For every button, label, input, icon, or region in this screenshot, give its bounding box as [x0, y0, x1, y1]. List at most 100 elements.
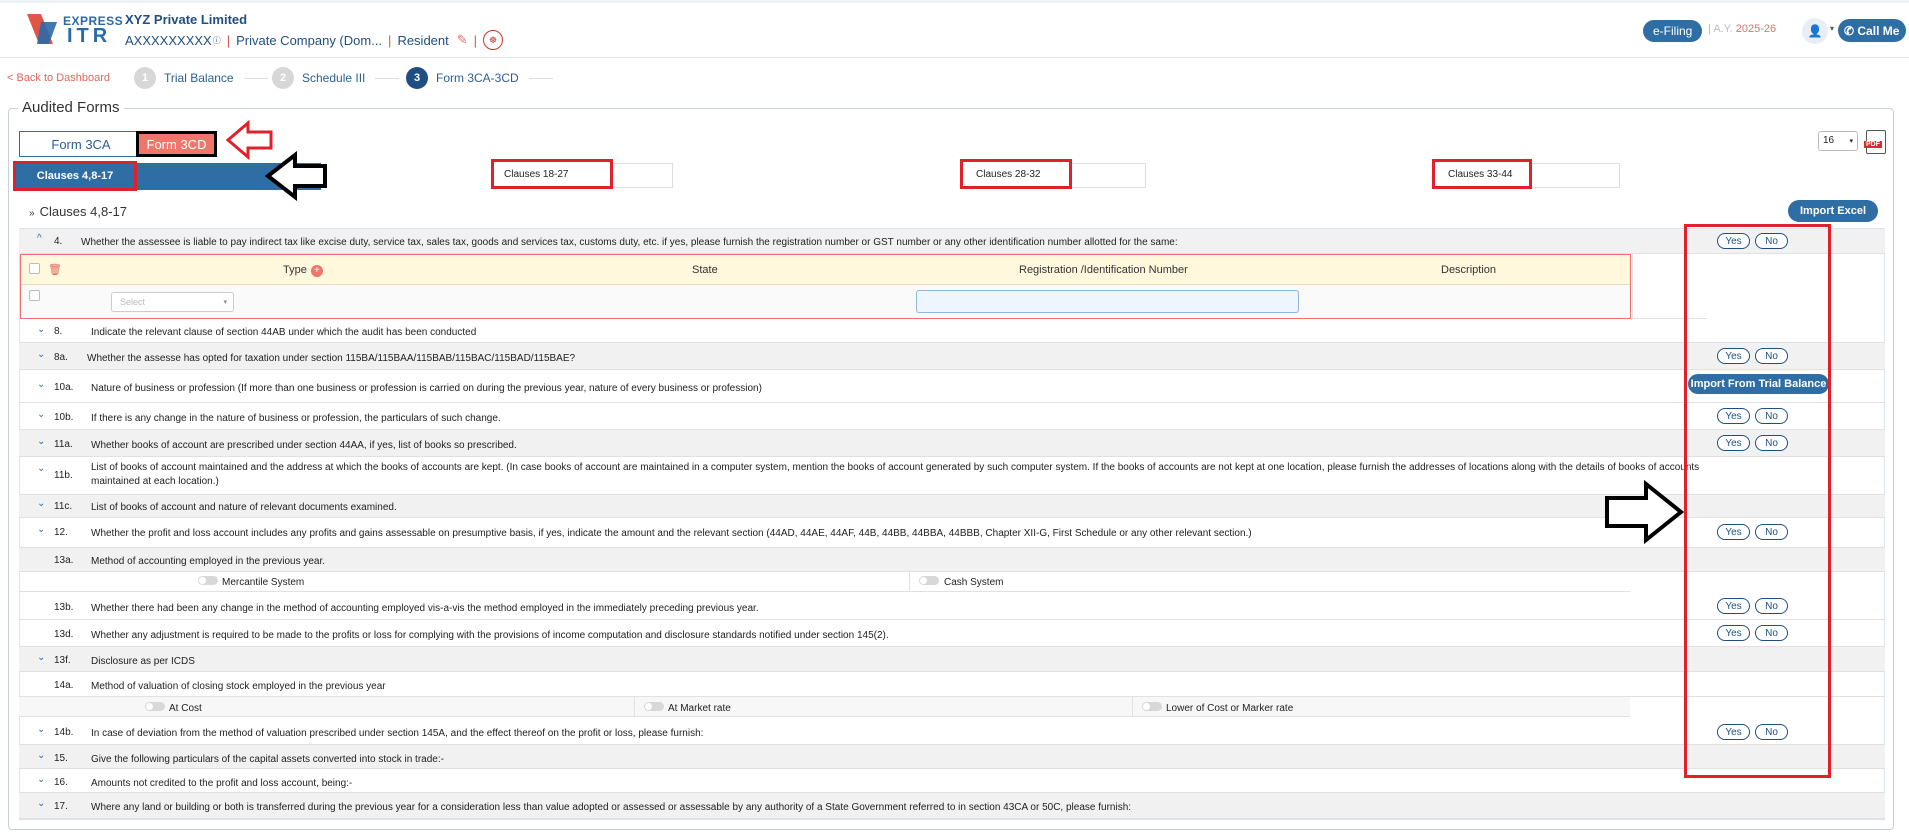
add-row-icon[interactable]: + [310, 265, 323, 277]
chevron-down-icon[interactable]: ⌄ [37, 750, 45, 761]
chevron-down-icon[interactable]: ⌄ [37, 652, 45, 663]
clause-number: 13b. [54, 602, 74, 613]
clause-row-13a: 13a. Method of accounting employed in th… [19, 548, 1885, 572]
clause-row-8a: ⌄ 8a. Whether the assesse has opted for … [19, 343, 1885, 370]
tab-clauses-18-27[interactable]: Clauses 18-27 [491, 159, 613, 189]
chevron-down-icon[interactable]: ▾ [1830, 24, 1834, 33]
chevron-down-icon[interactable]: ⌄ [37, 498, 45, 509]
chevron-up-icon[interactable]: ^ [37, 233, 42, 244]
chevron-down-icon[interactable]: ⌄ [37, 774, 45, 785]
option-label: Cash System [944, 577, 1004, 588]
clause-number: 10b. [54, 412, 74, 423]
clause-row-13d: 13d. Whether any adjustment is required … [19, 620, 1885, 647]
tab-clauses-33-44[interactable]: Clauses 33-44 [1432, 159, 1532, 189]
clause-row-13b: 13b. Whether there had been any change i… [19, 593, 1885, 620]
page-size-select[interactable]: 16 ▾ [1818, 131, 1858, 151]
step-form-3ca-3cd[interactable]: 3 Form 3CA-3CD [406, 67, 553, 89]
chevron-down-icon[interactable]: ⌄ [37, 463, 45, 474]
back-to-dashboard-link[interactable]: < Back to Dashboard [7, 72, 110, 84]
clause-text: Disclosure as per ICDS [91, 656, 195, 667]
chevron-down-icon[interactable]: ⌄ [37, 379, 45, 390]
clause-row-8: ⌄ 8. Indicate the relevant clause of sec… [19, 319, 1885, 343]
chevron-down-icon[interactable]: ⌄ [37, 436, 45, 447]
tab-tail [1072, 163, 1146, 188]
toggle-at-cost[interactable] [145, 702, 165, 711]
clause-text: Nature of business or profession (If mor… [91, 383, 762, 394]
tab-clauses-28-32[interactable]: Clauses 28-32 [960, 159, 1072, 189]
select-all-checkbox[interactable] [29, 263, 40, 274]
option-label: At Market rate [668, 703, 731, 714]
col-type: Type + [283, 264, 323, 277]
toggle-cash[interactable] [919, 576, 939, 585]
chevron-down-icon[interactable]: ⌄ [37, 324, 45, 335]
call-me-button[interactable]: ✆ Call Me [1838, 19, 1906, 42]
column-divider [1132, 697, 1133, 717]
tab-tail [613, 163, 673, 188]
clause-row-13f: ⌄ 13f. Disclosure as per ICDS [19, 647, 1885, 672]
step-connector [243, 77, 268, 79]
audited-forms-title: Audited Forms [18, 99, 124, 116]
logo-itr-text: ITR [67, 25, 112, 47]
clause-text: Where any land or building or both is tr… [91, 802, 1132, 813]
step-label: Trial Balance [164, 71, 234, 85]
section-title[interactable]: » Clauses 4,8-17 [29, 204, 127, 219]
express-itr-logo-icon [27, 14, 57, 44]
registration-number-input[interactable] [916, 290, 1299, 313]
clause-number: 13f. [54, 655, 71, 666]
user-icon[interactable]: 👤 [1802, 18, 1828, 44]
arrow-right-icon [1605, 480, 1684, 544]
chevron-down-icon[interactable]: ⌄ [37, 724, 45, 735]
toggle-mercantile[interactable] [198, 576, 218, 585]
call-me-label: Call Me [1857, 23, 1900, 38]
clause-text: In case of deviation from the method of … [91, 728, 704, 739]
clause-text: Whether the assessee is liable to pay in… [81, 237, 1178, 248]
tab-clauses-4-17[interactable]: Clauses 4,8-17 [13, 161, 137, 191]
clause-text: List of books of account and nature of r… [91, 502, 397, 513]
clause-number: 8. [54, 326, 63, 337]
efiling-button[interactable]: e-Filing [1643, 20, 1703, 42]
clause-number: 8a. [54, 352, 68, 363]
ay-value: 2025-26 [1735, 23, 1777, 35]
chevron-down-icon[interactable]: ⌄ [37, 409, 45, 420]
info-icon[interactable]: ⓘ [213, 35, 221, 46]
clause-number: 4. [54, 236, 63, 247]
meta-separator: | [388, 32, 392, 48]
clause-text: If there is any change in the nature of … [91, 413, 501, 424]
meta-separator: | [473, 32, 478, 48]
type-select[interactable]: Select ▾ [111, 292, 234, 312]
clause-text: Indicate the relevant clause of section … [91, 327, 477, 338]
toggle-market-rate[interactable] [644, 702, 664, 711]
pdf-icon[interactable]: PDF [1864, 130, 1886, 154]
company-meta: AXXXXXXXXX ⓘ | Private Company (Dom... |… [125, 30, 504, 50]
phone-icon: ✆ [1844, 23, 1858, 38]
import-excel-button[interactable]: Import Excel [1788, 200, 1878, 222]
step-connector [528, 77, 553, 79]
clause-number: 15. [54, 753, 68, 764]
tab-form-3cd[interactable]: Form 3CD [136, 131, 217, 157]
clause-text: Whether the assesse has opted for taxati… [87, 353, 576, 364]
chevron-down-icon[interactable]: ⌄ [37, 349, 45, 360]
clause-number: 13d. [54, 629, 74, 640]
option-label: Mercantile System [222, 577, 305, 588]
gst-table-row: Select ▾ [21, 285, 1630, 318]
step-label: Schedule III [302, 71, 366, 85]
trash-icon[interactable]: 🗑 [48, 263, 62, 276]
tab-form-3ca[interactable]: Form 3CA [19, 131, 143, 157]
chevron-down-icon[interactable]: ⌄ [37, 524, 45, 535]
clause-text: Amounts not credited to the profit and l… [91, 778, 353, 789]
step-schedule-iii[interactable]: 2 Schedule III [272, 67, 400, 89]
clause-row-15: ⌄ 15. Give the following particulars of … [19, 745, 1885, 769]
type-select-placeholder: Select [120, 297, 146, 307]
gst-registration-table: 🗑 Type + State Registration /Identificati… [20, 254, 1631, 319]
pencil-icon[interactable]: ✎ [457, 32, 468, 48]
toggle-lower-of-cost[interactable] [1142, 702, 1162, 711]
step-trial-balance[interactable]: 1 Trial Balance [134, 67, 268, 89]
clause-number: 16. [54, 777, 68, 788]
clause-number: 13a. [54, 555, 74, 566]
row-checkbox[interactable] [29, 290, 40, 301]
clause-row-11a: ⌄ 11a. Whether books of account are pres… [19, 430, 1885, 457]
clause-number: 11c. [54, 501, 73, 512]
clause-text: List of books of account maintained and … [91, 462, 1700, 487]
chevron-down-icon[interactable]: ⌄ [37, 798, 45, 809]
col-state: State [692, 264, 718, 276]
